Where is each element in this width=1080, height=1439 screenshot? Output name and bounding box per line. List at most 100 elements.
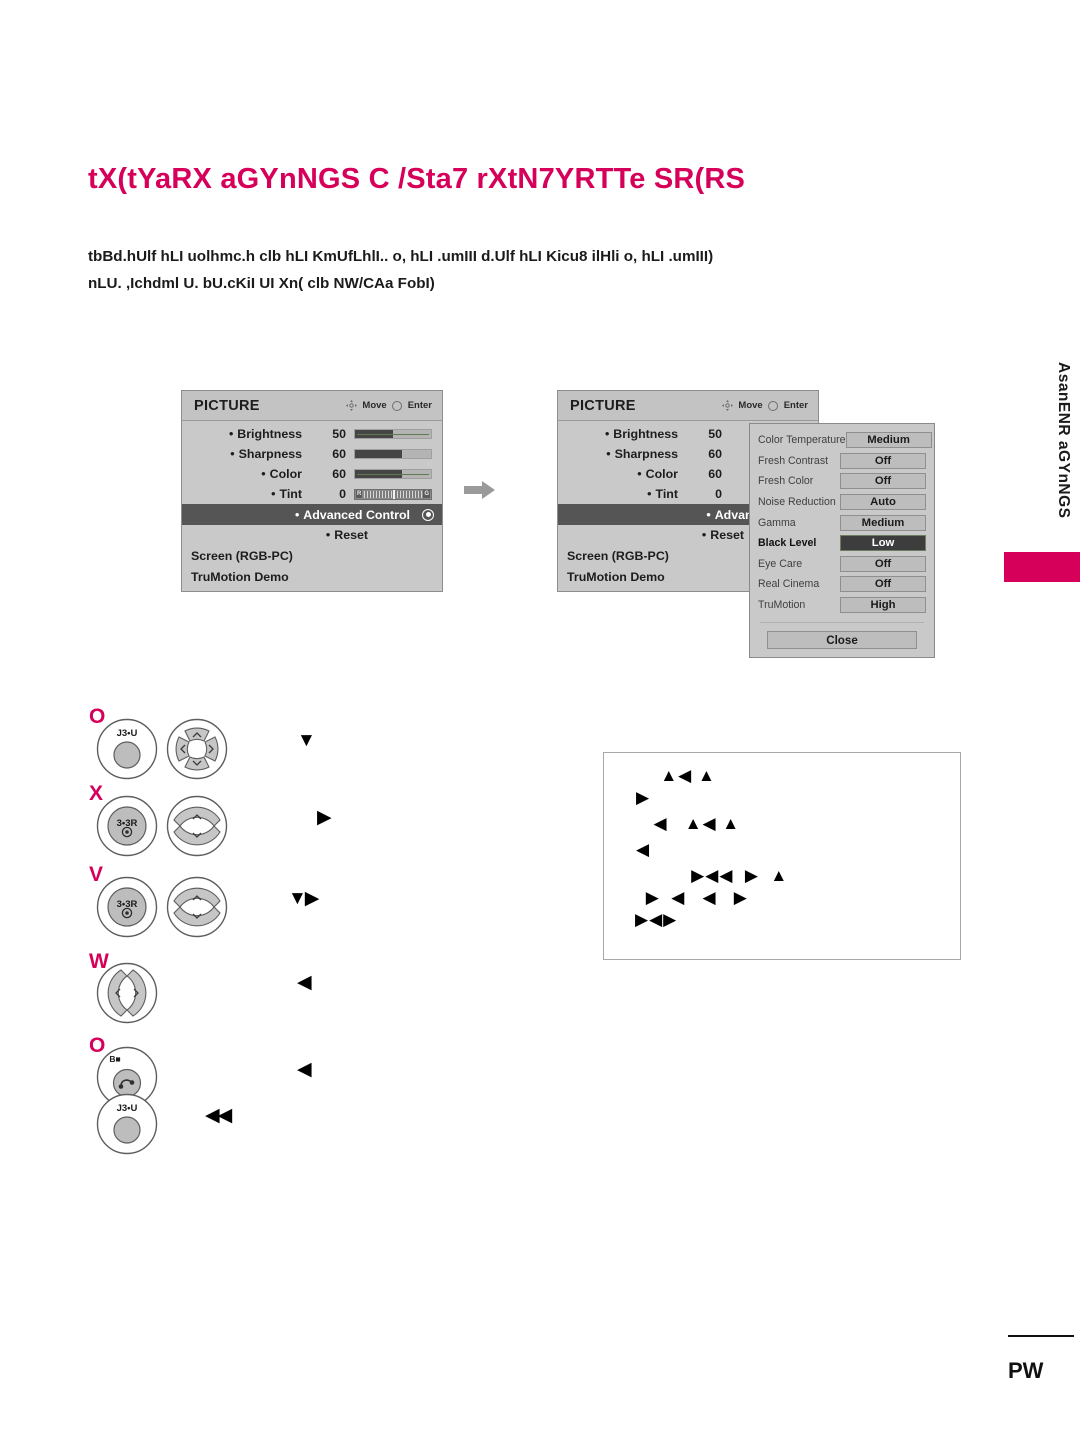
intro-paragraph: tbBd.hUlf hLI uolhmc.h clb hLI KmUfLhlI.… <box>88 243 1018 297</box>
advanced-label-color-temperature: Color Temperature <box>758 434 846 447</box>
menu-row-tint-label-wrap: • Tint <box>271 487 302 501</box>
menu-row-sharpness[interactable]: • Sharpness 60 <box>182 444 442 464</box>
remote-key-back-5-label: B■ <box>109 1054 121 1064</box>
page-title: tX(tYaRX aGYnNGS C /Sta7 rXtN7YRTTe SR(R… <box>88 163 746 195</box>
advanced-row-black-level[interactable]: Black Level Low <box>758 533 926 554</box>
menu-row-brightness-value: 50 <box>332 427 346 441</box>
advanced-label-trumotion: TruMotion <box>758 599 806 612</box>
bullet-icon: • <box>271 487 276 501</box>
bullet-icon: • <box>325 528 331 542</box>
flow-arrow-icon <box>464 479 500 501</box>
menu-row-color-value: 60 <box>332 467 346 481</box>
intro-paragraph-line-1: tbBd.hUlf hLI uolhmc.h clb hLI KmUfLhlI.… <box>88 248 714 265</box>
radio-icon <box>422 508 434 521</box>
menu-row-color-label-wrap: • Color <box>261 467 302 481</box>
advanced-value-eye-care[interactable]: Off <box>840 555 926 572</box>
tint-right-cap: G <box>423 490 430 498</box>
dpad-icon <box>722 400 734 411</box>
advanced-row-fresh-color[interactable]: Fresh Color Off <box>758 471 926 492</box>
glyph-line-4: ◀ <box>636 840 651 859</box>
sharpness-slider[interactable] <box>354 449 432 459</box>
advanced-label-fresh-contrast: Fresh Contrast <box>758 454 829 467</box>
menu-row-advanced-control-label: Advanced Control <box>303 507 410 522</box>
advanced-label-black-level: Black Level <box>758 537 817 550</box>
picture-menu-left-title: PICTURE <box>194 397 260 414</box>
menu-row-trumotion-demo[interactable]: TruMotion Demo <box>182 566 442 587</box>
bullet-icon: • <box>604 427 610 441</box>
menu-row-tint[interactable]: • Tint 0 R G <box>182 484 442 504</box>
bullet-icon: • <box>706 507 711 522</box>
bullet-icon: • <box>294 507 300 522</box>
dpad-icon <box>346 400 358 411</box>
advanced-row-color-temperature[interactable]: Color Temperature Medium <box>758 430 932 451</box>
picture-menu-left: PICTURE Move Enter • Brightness 50 • Sharp… <box>181 390 443 592</box>
menu-row-color[interactable]: • Color 60 <box>182 464 442 484</box>
advanced-row-fresh-contrast[interactable]: Fresh Contrast Off <box>758 451 926 472</box>
color-slider[interactable] <box>354 469 432 479</box>
step-note-5: ◀ <box>297 1059 312 1080</box>
picture-menu-right-header: PICTURE Move Enter <box>558 391 818 421</box>
remote-leftright-4[interactable] <box>96 962 158 1029</box>
bullet-icon: • <box>228 427 234 441</box>
advanced-row-gamma[interactable]: Gamma Medium <box>758 512 926 533</box>
remote-updown-2[interactable] <box>166 795 228 862</box>
menu-row-advanced-control[interactable]: • Advanced Control <box>182 504 442 525</box>
intro-paragraph-line-2: nLU. ,Ichdml U. bU.cKiI UI Xn( clb NW/CA… <box>88 275 435 292</box>
menu-row-brightness-label: Brightness <box>237 427 302 441</box>
step-note-1: ▼ <box>297 730 316 751</box>
advanced-label-noise-reduction: Noise Reduction <box>758 496 836 509</box>
advanced-row-noise-reduction[interactable]: Noise Reduction Auto <box>758 492 926 513</box>
hint-enter-label: Enter <box>407 400 432 411</box>
menu-row-brightness[interactable]: • Brightness 50 <box>182 424 442 444</box>
menu-row-reset-label-wrap: • Reset <box>326 528 368 542</box>
advanced-value-black-level[interactable]: Low <box>840 535 926 552</box>
advanced-label-gamma: Gamma <box>758 516 796 529</box>
advanced-value-color-temperature[interactable]: Medium <box>845 432 932 449</box>
menu-row-brightness-label-wrap: • Brightness <box>605 427 678 441</box>
glyph-line-6: ▶ ◀ ◀ ▶ <box>640 888 748 907</box>
menu-row-color-value: 60 <box>708 467 722 481</box>
menu-row-screen-rgbpc[interactable]: Screen (RGB-PC) <box>182 545 442 566</box>
menu-row-tint-value: 0 <box>339 487 346 501</box>
remote-key-menu-6-label: J3•U <box>116 1103 138 1114</box>
advanced-value-fresh-contrast[interactable]: Off <box>840 452 926 469</box>
glyph-line-1: ▲◀ ▲ <box>626 766 716 785</box>
menu-row-reset[interactable]: • Reset <box>182 525 442 545</box>
tint-knob[interactable] <box>393 489 395 499</box>
advanced-value-noise-reduction[interactable]: Auto <box>840 494 926 511</box>
hint-move-label: Move <box>738 400 763 411</box>
menu-row-brightness-value: 50 <box>708 427 722 441</box>
bullet-icon: • <box>261 467 266 481</box>
remote-dpad-1[interactable] <box>166 718 228 785</box>
tint-slider[interactable]: R G <box>354 488 432 500</box>
menu-row-sharpness-value: 60 <box>332 447 346 461</box>
advanced-label-fresh-color: Fresh Color <box>758 475 814 488</box>
menu-row-advanced-control-label-wrap: • Advanced Control <box>295 508 410 522</box>
close-button[interactable]: Close <box>767 631 917 650</box>
menu-row-tint-label-wrap: • Tint <box>647 487 678 501</box>
glyph-line-2: ▶ <box>636 788 651 807</box>
hint-enter-label: Enter <box>783 400 808 411</box>
menu-row-tint-label: Tint <box>655 487 678 501</box>
glyph-line-5: ▶◀◀ ▶ ▲ <box>674 866 789 885</box>
advanced-value-gamma[interactable]: Medium <box>840 514 926 531</box>
advanced-value-trumotion[interactable]: High <box>840 597 926 614</box>
advanced-value-real-cinema[interactable]: Off <box>840 576 926 593</box>
page-number: PW <box>1008 1358 1044 1383</box>
picture-menu-left-hints: Move Enter <box>346 400 432 411</box>
menu-row-color-label: Color <box>645 467 678 481</box>
tint-left-cap: R <box>356 490 363 498</box>
enter-dot-icon <box>767 400 778 411</box>
advanced-row-real-cinema[interactable]: Real Cinema Off <box>758 574 926 595</box>
menu-row-reset-label: Reset <box>334 528 368 542</box>
advanced-row-eye-care[interactable]: Eye Care Off <box>758 554 926 575</box>
hint-move-label: Move <box>362 400 387 411</box>
remote-updown-3[interactable] <box>166 876 228 943</box>
advanced-row-trumotion[interactable]: TruMotion High <box>758 595 926 616</box>
advanced-value-fresh-color[interactable]: Off <box>840 473 926 490</box>
menu-row-sharpness-value: 60 <box>708 447 722 461</box>
bullet-icon: • <box>230 447 235 461</box>
brightness-slider[interactable] <box>354 429 432 439</box>
remote-key-ok-2-label: 3•3R <box>116 818 138 829</box>
menu-row-brightness-label: Brightness <box>613 427 678 441</box>
